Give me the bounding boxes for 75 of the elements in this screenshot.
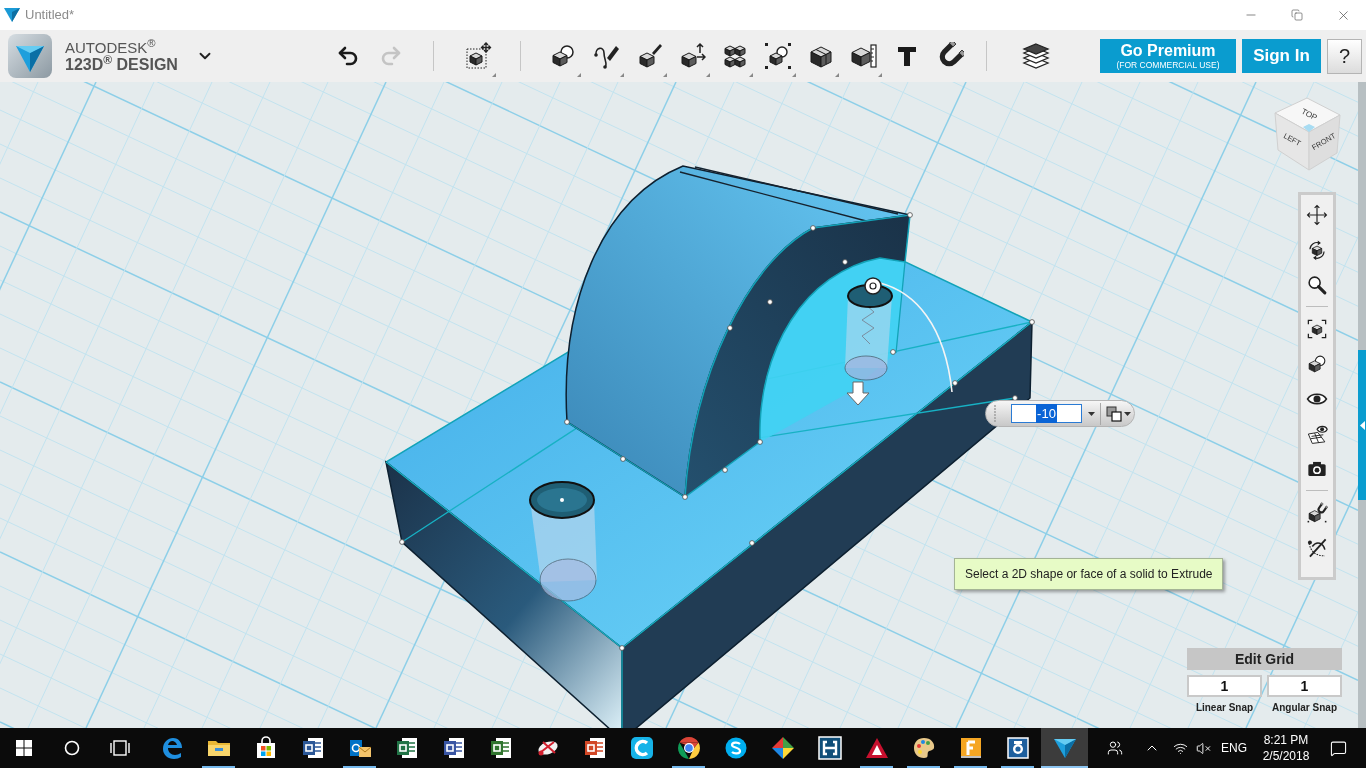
clock-button[interactable]: 8:21 PM 2/5/2018: [1257, 728, 1315, 768]
down-arrow-icon[interactable]: [846, 381, 870, 406]
menu-corner-icon: [663, 73, 667, 77]
edit-grid-button[interactable]: Edit Grid: [1187, 648, 1342, 670]
document-icon: [441, 736, 466, 760]
snap-label: Linear Snap: [1195, 701, 1254, 715]
cube-frame-icon: [1306, 317, 1328, 340]
f-tile-icon: [958, 736, 983, 760]
arch-drawing[interactable]: [564, 165, 913, 500]
redo-icon: [379, 44, 403, 68]
cube-arrows-icon: [678, 42, 706, 70]
cylinder-hole-drawing[interactable]: [844, 284, 893, 381]
cube-group-icon: [764, 42, 792, 70]
h-square-icon: [817, 736, 842, 760]
muted-speaker-icon: [1195, 740, 1211, 756]
app-logo-icon: [1052, 736, 1077, 760]
document-icon: [582, 736, 607, 760]
menu-corner-icon: [620, 73, 624, 77]
window-title: Untitled*: [25, 6, 75, 25]
cube-ruler-icon: [850, 42, 878, 70]
panel-toggle-button[interactable]: [1358, 350, 1366, 500]
undo-icon: [336, 44, 360, 68]
operation-dropdown-button[interactable]: [1106, 404, 1131, 423]
menu-corner-icon: [878, 73, 882, 77]
restore-icon: [1291, 9, 1303, 21]
cube-move-icon: [464, 42, 492, 70]
menu-corner-icon: [835, 73, 839, 77]
diamond-icon: [770, 736, 795, 760]
menu-corner-icon: [792, 73, 796, 77]
product-name: 123D$^{®}$ DESIGN: [65, 56, 179, 73]
camera-frame-icon: [1005, 736, 1030, 760]
document-icon: [488, 736, 513, 760]
overlap-squares-icon: [1106, 405, 1122, 422]
layers-icon: [1022, 42, 1050, 70]
caret-down-icon: [1087, 411, 1095, 416]
palette-icon: [911, 736, 936, 760]
document-icon: [300, 736, 325, 760]
s-circle-icon: [723, 736, 748, 760]
people-icon: [1107, 740, 1123, 756]
wifi-icon: [1172, 740, 1188, 756]
cube-orbit-icon: [1306, 238, 1328, 261]
rotate-handle-icon[interactable]: [864, 277, 882, 295]
windows-logo-icon: [16, 740, 32, 756]
triangle-left-icon: [1359, 420, 1365, 430]
circle-logo-icon: [676, 736, 701, 760]
snap-input[interactable]: 1: [1267, 675, 1342, 697]
taskbar-app-button[interactable]: [1041, 728, 1088, 768]
message-icon: [1329, 739, 1347, 757]
app-logo-icon: [8, 34, 52, 78]
document-icon: [394, 736, 419, 760]
distance-input[interactable]: -10: [1011, 404, 1082, 423]
language-button[interactable]: ENG: [1219, 728, 1249, 768]
caret-down-icon: [1124, 411, 1131, 416]
menu-corner-icon: [749, 73, 753, 77]
c-tile-icon: [629, 736, 654, 760]
snap-label: Angular Snap: [1272, 701, 1337, 715]
crossed-curve-icon: [1306, 536, 1328, 559]
search-icon: [64, 740, 80, 756]
brand-name: AUTODESK$^{®}$: [65, 39, 157, 55]
menu-corner-icon: [706, 73, 710, 77]
menu-corner-icon: [492, 73, 496, 77]
snap-input[interactable]: 1: [1187, 675, 1262, 697]
move-arrows-icon: [1306, 203, 1328, 226]
cube-magnet-icon: [1306, 501, 1328, 524]
help-button[interactable]: ?: [1327, 38, 1362, 74]
cylinder-hole-drawing[interactable]: [529, 481, 597, 602]
triangle-icon: [864, 736, 889, 760]
app-logo-icon: [4, 8, 20, 22]
hint-tooltip: Select a 2D shape or face of a solid to Extrude: [954, 558, 1224, 590]
menu-corner-icon: [577, 73, 581, 77]
grip-handle-icon[interactable]: [992, 404, 998, 423]
magnifier-icon: [1306, 273, 1328, 296]
cube-sphere-icon: [549, 42, 577, 70]
manipulator-arc[interactable]: [879, 282, 953, 393]
task-view-icon: [110, 740, 130, 756]
